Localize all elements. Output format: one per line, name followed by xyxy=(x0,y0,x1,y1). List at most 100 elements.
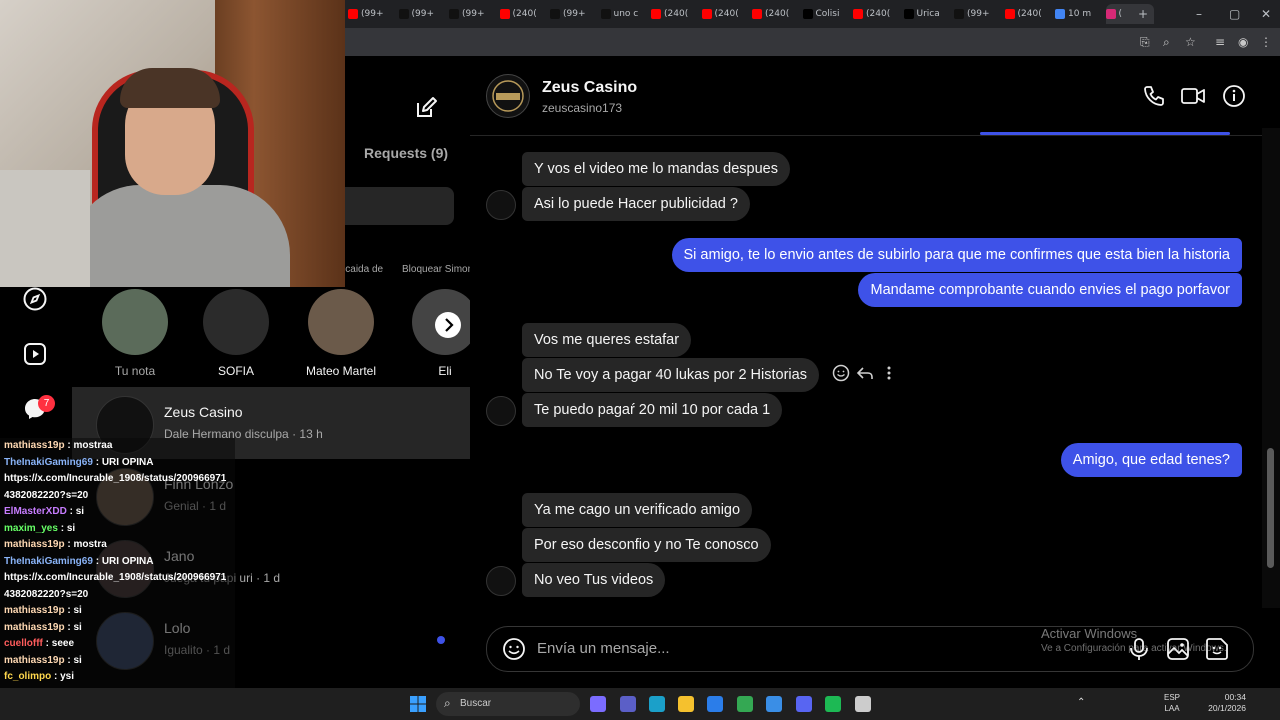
browser-tab[interactable]: (99+ xyxy=(348,4,394,24)
browser-address-bar[interactable]: ⎘ ⌕ ☆ ≡ ◉ ⋮ xyxy=(345,28,1280,56)
tab-label: (240( xyxy=(512,9,537,19)
browser-tab[interactable]: (240( xyxy=(499,4,546,24)
new-tab-button[interactable]: + xyxy=(1138,4,1148,24)
chat-username: mathiass19p xyxy=(4,440,65,451)
windows-taskbar: ⌕ Buscar ⌃ ESP LAA 00:34 20/1/2026 xyxy=(0,688,1280,720)
phone-icon[interactable] xyxy=(1142,84,1166,108)
chat-message: mostraa xyxy=(73,440,113,451)
browser-tab[interactable]: (240( xyxy=(701,4,748,24)
browser-tab[interactable]: (240( xyxy=(752,4,798,24)
clock[interactable]: 00:34 20/1/2026 xyxy=(1206,692,1246,714)
chevron-right-icon xyxy=(445,318,454,332)
store-icon[interactable] xyxy=(707,696,723,712)
chat-line: fc_olimpo : ysi xyxy=(0,669,235,686)
info-icon[interactable] xyxy=(1222,84,1246,108)
thread-scrollbar[interactable] xyxy=(1262,128,1280,608)
spotify-icon[interactable] xyxy=(825,696,841,712)
note-avatar[interactable] xyxy=(308,289,374,355)
tab-label: ( xyxy=(1118,9,1123,19)
chat-separator: : xyxy=(92,555,102,567)
chrome-icon[interactable] xyxy=(737,696,753,712)
minimize-button[interactable]: – xyxy=(1196,4,1202,24)
outgoing-message[interactable]: Amigo, que edad tenes? xyxy=(1060,443,1242,477)
scrollbar-thumb[interactable] xyxy=(1267,448,1274,568)
incoming-message[interactable]: Asi lo puede Hacer publicidad ? xyxy=(522,187,750,221)
explore-icon[interactable] xyxy=(22,286,48,312)
copilot-icon[interactable] xyxy=(590,696,606,712)
streamer-shirt xyxy=(70,185,290,287)
teams-icon[interactable] xyxy=(620,696,636,712)
browser-tab[interactable]: (99+ xyxy=(449,4,495,24)
chat-message: 4382082220?s=20 xyxy=(4,489,89,501)
incoming-message[interactable]: Te puedo pagaŕ 20 mil 10 por cada 1 xyxy=(522,393,783,427)
tab-label: (99+ xyxy=(411,9,435,19)
browser-tab[interactable]: (99+ xyxy=(550,4,596,24)
note-avatar[interactable] xyxy=(203,289,269,355)
more-options-icon[interactable] xyxy=(882,364,896,382)
incoming-message[interactable]: Ya me cago un verificado amigo xyxy=(522,493,753,527)
chat-message: si xyxy=(73,605,82,616)
chat-username: mathiass19p xyxy=(4,654,65,666)
tray-chevron-icon[interactable]: ⌃ xyxy=(1077,697,1085,708)
incoming-message[interactable]: Vos me queres estafar xyxy=(522,323,692,357)
reels-icon[interactable] xyxy=(22,341,48,367)
discord-icon[interactable] xyxy=(796,696,812,712)
chat-message: https://x.com/Incurable_1908/status/2009… xyxy=(4,572,227,583)
emoji-picker-icon[interactable] xyxy=(502,637,526,661)
browser-tab[interactable]: Urica xyxy=(903,4,950,24)
browser-tab[interactable]: Colisi xyxy=(802,4,849,24)
contact-handle: zeuscasino173 xyxy=(542,101,623,115)
language-indicator[interactable]: ESP LAA xyxy=(1164,692,1180,714)
browser-tab[interactable]: (99+ xyxy=(398,4,445,24)
zoom-icon[interactable]: ⌕ xyxy=(1163,35,1170,50)
browser-tab[interactable]: uno c xyxy=(600,4,647,24)
incoming-message[interactable]: Y vos el video me lo mandas despues xyxy=(522,152,790,186)
incoming-message[interactable]: No veo Tus videos xyxy=(522,563,666,597)
contact-avatar[interactable] xyxy=(486,74,530,118)
conversation-name[interactable]: Zeus Casino xyxy=(164,404,243,420)
sender-avatar[interactable] xyxy=(486,396,516,426)
note-name: SOFIA xyxy=(217,364,254,378)
youtube-icon xyxy=(752,9,762,19)
notes-next-button[interactable] xyxy=(435,312,461,338)
sender-avatar[interactable] xyxy=(486,190,516,220)
browser-tab[interactable]: (240( xyxy=(853,4,899,24)
chat-line: https://x.com/Incurable_1908/status/2009… xyxy=(0,471,235,488)
mail-icon[interactable] xyxy=(766,696,782,712)
bookmark-star-icon[interactable]: ☆ xyxy=(1185,35,1196,49)
unread-dot xyxy=(437,636,445,644)
edge-icon[interactable] xyxy=(649,696,665,712)
conversation-pane: Zeus Casino zeuscasino173 Y vos el video… xyxy=(470,56,1272,688)
steam-icon[interactable] xyxy=(855,696,871,712)
outgoing-message[interactable]: Si amigo, te lo envio antes de subirlo p… xyxy=(671,238,1242,272)
video-call-icon[interactable] xyxy=(1180,84,1206,108)
playlist-icon[interactable]: ≡ xyxy=(1215,35,1225,49)
requests-tab[interactable]: Requests (9) xyxy=(364,145,448,161)
contact-name[interactable]: Zeus Casino xyxy=(542,79,637,97)
menu-dots-icon[interactable]: ⋮ xyxy=(1260,35,1272,49)
incoming-message[interactable]: Por eso desconfio y no Te conosco xyxy=(522,528,771,562)
chat-line: mathiass19p : si xyxy=(0,603,235,620)
react-emoji-icon[interactable] xyxy=(832,364,850,382)
reply-icon[interactable] xyxy=(856,364,874,382)
profile-icon[interactable]: ◉ xyxy=(1238,35,1248,49)
incoming-message[interactable]: No Te voy a pagar 40 lukas por 2 Histori… xyxy=(522,358,819,392)
compose-icon[interactable] xyxy=(414,96,438,120)
files-icon[interactable] xyxy=(678,696,694,712)
taskbar-search[interactable]: ⌕ Buscar xyxy=(436,692,580,716)
language-top: ESP xyxy=(1164,693,1181,702)
composer-placeholder[interactable]: Envía un mensaje... xyxy=(537,640,670,657)
outgoing-message[interactable]: Mandame comprobante cuando envies el pag… xyxy=(858,273,1242,307)
browser-tab[interactable]: (240( xyxy=(651,4,697,24)
install-icon[interactable]: ⎘ xyxy=(1140,35,1150,50)
note-avatar[interactable] xyxy=(102,289,168,355)
browser-tab[interactable]: 10 m xyxy=(1055,4,1101,24)
sender-avatar[interactable] xyxy=(486,566,516,596)
close-window-button[interactable]: ✕ xyxy=(1261,4,1271,24)
browser-tab[interactable]: (240( xyxy=(1004,4,1051,24)
browser-tab[interactable]: (99+ xyxy=(954,4,1000,24)
streamer-webcam xyxy=(0,0,345,287)
windows-start-icon[interactable] xyxy=(410,696,426,712)
chat-message: si xyxy=(66,522,76,534)
maximize-button[interactable]: ▢ xyxy=(1229,4,1240,24)
